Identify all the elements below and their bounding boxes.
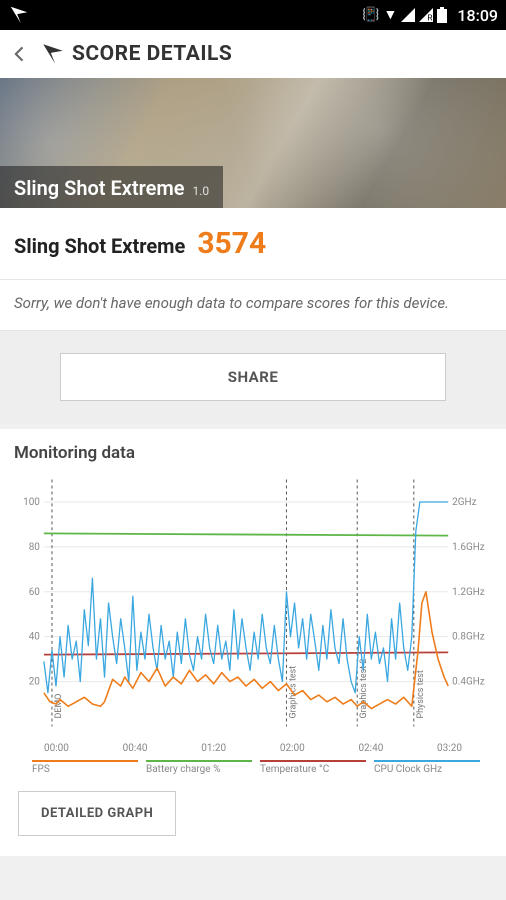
hero-title: Sling Shot Extreme: [14, 176, 185, 200]
android-status-bar: 📳 ▼ R 18:09: [0, 0, 506, 30]
svg-text:60: 60: [29, 587, 41, 598]
page-title: SCORE DETAILS: [72, 42, 232, 66]
chart-legend: FPS Battery charge % Temperature °C CPU Clo…: [14, 760, 492, 775]
status-right: 📳 ▼ R 18:09: [362, 6, 498, 25]
svg-text:0.8GHz: 0.8GHz: [452, 632, 485, 643]
svg-text:20: 20: [29, 677, 41, 688]
svg-text:Graphics test 2: Graphics test 2: [359, 659, 369, 719]
monitoring-chart: 20 40 60 80 100 0.4GHz 0.8GHz 1.2GHz 1.6GHz 2GHz D…: [14, 473, 492, 733]
test-score: 3574: [197, 226, 266, 261]
share-section: SHARE: [0, 331, 506, 423]
clock: 18:09: [457, 6, 498, 25]
legend-item: CPU Clock GHz: [374, 760, 480, 775]
app-logo-icon: [40, 41, 66, 67]
vibrate-icon: 📳: [362, 8, 379, 22]
app-notification-icon: [8, 4, 30, 26]
svg-text:100: 100: [23, 497, 40, 508]
svg-text:Physics test: Physics test: [416, 670, 426, 718]
svg-text:2GHz: 2GHz: [452, 497, 476, 508]
svg-text:Graphics test: Graphics test: [288, 666, 298, 719]
legend-item: FPS: [32, 760, 138, 775]
hero-banner: Sling Shot Extreme 1.0: [0, 78, 506, 208]
signal-1-icon: [401, 8, 415, 22]
monitoring-title: Monitoring data: [14, 443, 492, 463]
status-left: [8, 4, 30, 26]
score-row: Sling Shot Extreme 3574: [0, 208, 506, 280]
signal-2-icon: R: [419, 8, 433, 22]
wifi-icon: ▼: [384, 8, 398, 22]
detailed-graph-button[interactable]: DETAILED GRAPH: [18, 791, 176, 836]
svg-text:R: R: [428, 14, 434, 22]
svg-text:40: 40: [29, 632, 41, 643]
hero-version: 1.0: [193, 184, 210, 198]
compare-message: Sorry, we don't have enough data to comp…: [0, 280, 506, 331]
svg-text:1.6GHz: 1.6GHz: [452, 542, 485, 553]
monitoring-card: Monitoring data 20 40 60 80 100 0.4GHz 0.8GHz 1…: [0, 429, 506, 856]
legend-item: Battery charge %: [146, 760, 252, 775]
svg-text:1.2GHz: 1.2GHz: [452, 587, 485, 598]
svg-text:DEMO: DEMO: [54, 694, 64, 719]
back-icon[interactable]: [10, 44, 30, 64]
svg-text:0.4GHz: 0.4GHz: [452, 677, 485, 688]
hero-overlay: Sling Shot Extreme 1.0: [0, 166, 223, 208]
chart-x-axis: 00:0000:4001:2002:0002:4003:20: [14, 741, 492, 760]
app-header: SCORE DETAILS: [0, 30, 506, 78]
svg-text:80: 80: [29, 542, 41, 553]
chart-svg: 20 40 60 80 100 0.4GHz 0.8GHz 1.2GHz 1.6GHz 2GHz D…: [14, 473, 492, 733]
legend-item: Temperature °C: [260, 760, 366, 775]
share-button[interactable]: SHARE: [60, 353, 446, 401]
test-name: Sling Shot Extreme: [14, 234, 185, 258]
battery-icon: [437, 7, 447, 23]
